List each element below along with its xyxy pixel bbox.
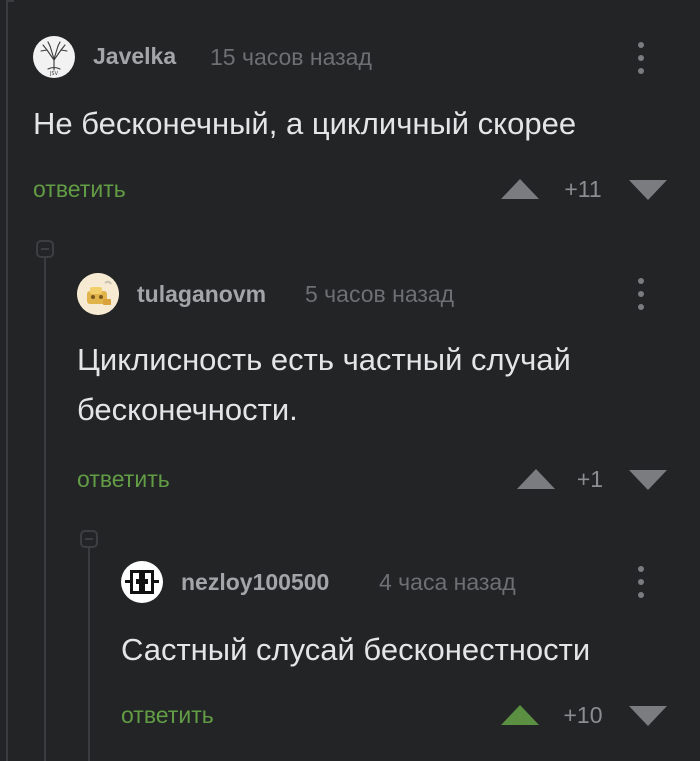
timestamp: 15 часов назад xyxy=(210,44,372,70)
svg-text:JSV: JSV xyxy=(49,71,59,77)
timestamp: 5 часов назад xyxy=(305,281,455,307)
cartoon-avatar-icon xyxy=(77,273,119,315)
avatar[interactable]: JSV xyxy=(33,36,75,78)
username[interactable]: nezloy100500 xyxy=(181,569,329,596)
upvote-icon[interactable] xyxy=(501,179,539,199)
thread-line-root xyxy=(6,0,8,761)
score: +11 xyxy=(564,176,602,202)
downvote-icon[interactable] xyxy=(629,180,667,200)
username[interactable]: Javelka xyxy=(93,43,176,70)
tree-sketch-avatar-icon: JSV xyxy=(40,41,68,77)
avatar[interactable] xyxy=(121,561,163,603)
comment-text: Састный слусай бесконестности xyxy=(121,632,591,667)
more-menu-icon[interactable] xyxy=(631,564,651,600)
avatar[interactable] xyxy=(77,273,119,315)
comment-text: Не бесконечный, а цикличный скорее xyxy=(33,106,577,141)
upvote-icon[interactable] xyxy=(517,469,555,489)
upvote-icon[interactable] xyxy=(501,705,539,725)
timestamp: 4 часа назад xyxy=(379,569,516,595)
thread-line-level-1 xyxy=(44,258,46,761)
username[interactable]: tulaganovm xyxy=(137,281,266,308)
logo-avatar-icon xyxy=(125,570,159,594)
thread-line-root-top xyxy=(6,0,14,2)
score: +1 xyxy=(576,466,604,492)
more-menu-icon[interactable] xyxy=(631,40,651,76)
downvote-icon[interactable] xyxy=(629,706,667,726)
downvote-icon[interactable] xyxy=(629,470,667,490)
comment-text: Циклисность есть частный случай бесконеч… xyxy=(77,342,571,427)
thread-line-level-2 xyxy=(88,548,90,761)
reply-link[interactable]: ответить xyxy=(77,466,170,493)
more-menu-icon[interactable] xyxy=(631,276,651,312)
collapse-thread-button-1[interactable] xyxy=(36,240,54,258)
collapse-thread-button-2[interactable] xyxy=(80,530,98,548)
reply-link[interactable]: ответить xyxy=(121,702,214,729)
score: +10 xyxy=(563,702,603,728)
reply-link[interactable]: ответить xyxy=(33,176,126,203)
